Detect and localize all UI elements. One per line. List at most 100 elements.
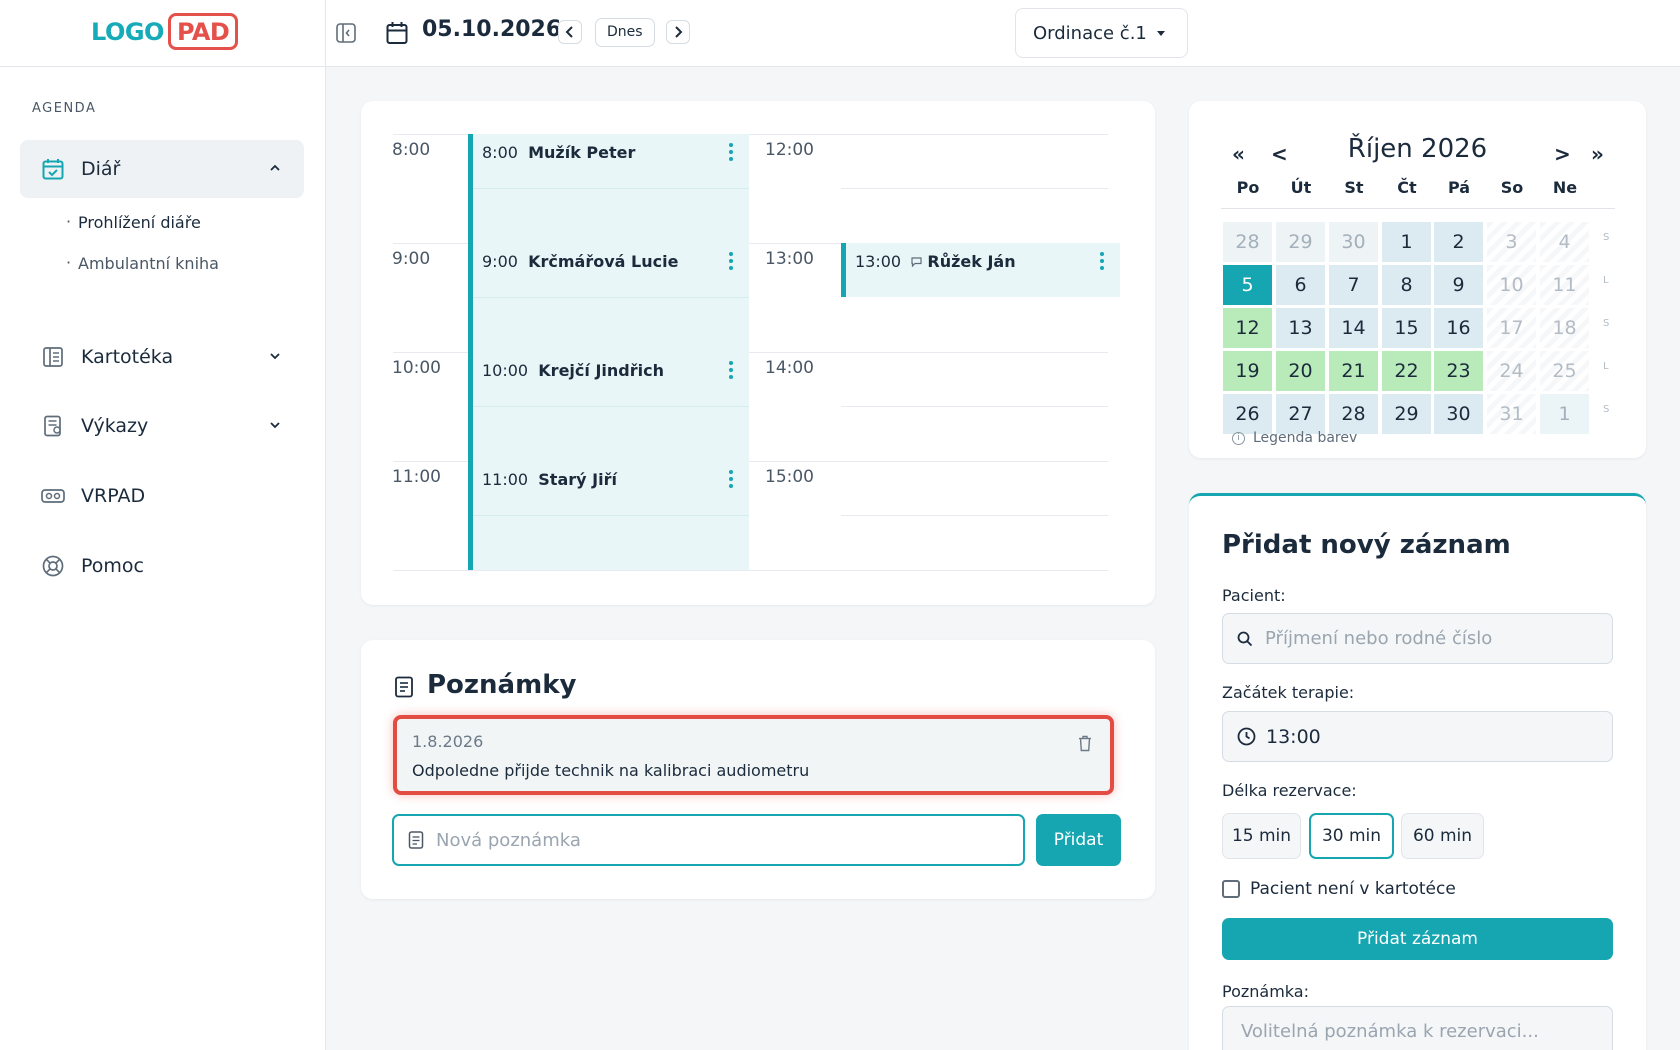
- next-year-button[interactable]: »: [1591, 142, 1604, 166]
- calendar-day[interactable]: 4: [1540, 222, 1589, 262]
- calendar-day[interactable]: 30: [1329, 222, 1378, 262]
- add-record-button[interactable]: Přidat záznam: [1222, 918, 1613, 960]
- calendar-day[interactable]: 31: [1487, 394, 1536, 434]
- calendar-day[interactable]: 11: [1540, 265, 1589, 305]
- next-month-button[interactable]: >: [1554, 142, 1571, 166]
- calendar-day[interactable]: 27: [1276, 394, 1325, 434]
- calendar-day[interactable]: 18: [1540, 308, 1589, 348]
- calendar-day[interactable]: 16: [1434, 308, 1483, 348]
- sidebar-subitem-ambulantni-kniha[interactable]: Ambulantní kniha: [66, 253, 219, 273]
- sidebar-item-vykazy[interactable]: Výkazy: [20, 397, 304, 455]
- appointment-block[interactable]: 11:00 Starý Jiří: [468, 461, 749, 570]
- more-vertical-icon[interactable]: [728, 142, 734, 162]
- today-button[interactable]: Dnes: [595, 18, 655, 47]
- trash-icon[interactable]: [1078, 735, 1092, 752]
- sidebar-toggle-icon[interactable]: [336, 23, 356, 43]
- duration-15-button[interactable]: 15 min: [1222, 813, 1301, 859]
- duration-60-button[interactable]: 60 min: [1401, 813, 1484, 859]
- calendar-day[interactable]: 21: [1329, 351, 1378, 391]
- appointment-block[interactable]: 9:00 Krčmářová Lucie: [468, 243, 749, 352]
- logo-text-logo: LOGO: [91, 17, 164, 46]
- calendar-day[interactable]: 28: [1223, 222, 1272, 262]
- calendar-day[interactable]: 29: [1276, 222, 1325, 262]
- info-icon: i: [1232, 431, 1245, 445]
- appointment-label: 8:00 Mužík Peter: [482, 143, 636, 162]
- patient-search-field[interactable]: Příjmení nebo rodné číslo: [1222, 613, 1613, 664]
- sidebar-item-kartoteka[interactable]: Kartotéka: [20, 328, 304, 386]
- calendar-day[interactable]: 1: [1382, 222, 1431, 262]
- note-icon: [395, 676, 413, 698]
- calendar-day[interactable]: 22: [1382, 351, 1431, 391]
- time-label: 14:00: [765, 358, 814, 378]
- next-day-button[interactable]: [666, 20, 690, 44]
- new-note-field[interactable]: [392, 814, 1025, 866]
- not-in-records-label: Pacient není v kartotéce: [1250, 879, 1456, 899]
- start-time-field[interactable]: 13:00: [1222, 711, 1613, 762]
- calendar-day[interactable]: 1: [1540, 394, 1589, 434]
- more-vertical-icon[interactable]: [728, 360, 734, 380]
- calendar-day[interactable]: 10: [1487, 265, 1536, 305]
- calendar-day[interactable]: 30: [1434, 394, 1483, 434]
- calendar-day[interactable]: 29: [1382, 394, 1431, 434]
- calendar-day[interactable]: 19: [1223, 351, 1272, 391]
- calendar-day[interactable]: 9: [1434, 265, 1483, 305]
- calendar-day[interactable]: 20: [1276, 351, 1325, 391]
- calendar-day[interactable]: 24: [1487, 351, 1536, 391]
- add-note-button[interactable]: Přidat: [1036, 814, 1121, 866]
- calendar-day[interactable]: 5: [1223, 265, 1272, 305]
- not-in-records-row[interactable]: Pacient není v kartotéce: [1222, 879, 1456, 899]
- comment-icon: [911, 257, 922, 268]
- chevron-left-icon: [565, 26, 573, 38]
- vr-headset-icon: [41, 484, 65, 508]
- prev-day-button[interactable]: [558, 20, 582, 44]
- appointment-block[interactable]: 13:00 Růžek Ján: [841, 243, 1120, 297]
- sidebar-item-diar[interactable]: Diář: [20, 140, 304, 198]
- week-marker: L: [1603, 275, 1609, 286]
- new-note-input[interactable]: [436, 829, 996, 851]
- calendar-day[interactable]: 28: [1329, 394, 1378, 434]
- calendar-day[interactable]: 13: [1276, 308, 1325, 348]
- calendar-day[interactable]: 8: [1382, 265, 1431, 305]
- weekday-header: So: [1500, 178, 1524, 197]
- note-label: Poznámka:: [1222, 982, 1309, 1001]
- calendar-day[interactable]: 7: [1329, 265, 1378, 305]
- calendar-icon: [386, 22, 408, 44]
- color-legend-link[interactable]: i Legenda barev: [1232, 430, 1357, 446]
- calendar-month-title: Říjen 2026: [1347, 134, 1488, 164]
- logo[interactable]: LOGO PAD: [91, 13, 239, 50]
- report-icon: [41, 414, 65, 438]
- not-in-records-checkbox[interactable]: [1222, 880, 1240, 898]
- sidebar-subitem-prohlizeni[interactable]: Prohlížení diáře: [66, 212, 201, 232]
- calendar-day[interactable]: 14: [1329, 308, 1378, 348]
- appointment-block[interactable]: 8:00 Mužík Peter: [468, 134, 749, 243]
- appointment-block[interactable]: 10:00 Krejčí Jindřich: [468, 352, 749, 461]
- more-vertical-icon[interactable]: [728, 251, 734, 271]
- reservation-note-field[interactable]: Volitelná poznámka k rezervaci...: [1222, 1006, 1613, 1050]
- office-select[interactable]: Ordinace č.1: [1015, 8, 1188, 58]
- note-item[interactable]: 1.8.2026 Odpoledne přijde technik na kal…: [393, 715, 1114, 795]
- calendar-day[interactable]: 17: [1487, 308, 1536, 348]
- calendar-day[interactable]: 23: [1434, 351, 1483, 391]
- half-hour-divider: [473, 515, 749, 516]
- calendar-day[interactable]: 25: [1540, 351, 1589, 391]
- patient-search-placeholder: Příjmení nebo rodné číslo: [1265, 628, 1493, 649]
- chevron-down-icon: [270, 422, 280, 429]
- calendar-day[interactable]: 12: [1223, 308, 1272, 348]
- reservation-note-placeholder: Volitelná poznámka k rezervaci...: [1241, 1021, 1539, 1042]
- chevron-up-icon: [270, 164, 280, 171]
- more-vertical-icon[interactable]: [728, 469, 734, 489]
- calendar-day[interactable]: 2: [1434, 222, 1483, 262]
- logo-area: LOGO PAD: [0, 0, 326, 67]
- calendar-day[interactable]: 26: [1223, 394, 1272, 434]
- sidebar-item-vrpad[interactable]: VRPAD: [20, 467, 304, 525]
- sidebar-item-pomoc[interactable]: Pomoc: [20, 537, 304, 595]
- weekday-divider: [1221, 208, 1615, 209]
- patient-label: Pacient:: [1222, 586, 1286, 605]
- legend-label: Legenda barev: [1253, 430, 1358, 446]
- calendar-day[interactable]: 15: [1382, 308, 1431, 348]
- more-vertical-icon[interactable]: [1099, 251, 1105, 271]
- duration-30-button[interactable]: 30 min: [1309, 813, 1394, 859]
- calendar-day[interactable]: 6: [1276, 265, 1325, 305]
- calendar-day[interactable]: 3: [1487, 222, 1536, 262]
- appointment-label: 11:00 Starý Jiří: [482, 470, 617, 489]
